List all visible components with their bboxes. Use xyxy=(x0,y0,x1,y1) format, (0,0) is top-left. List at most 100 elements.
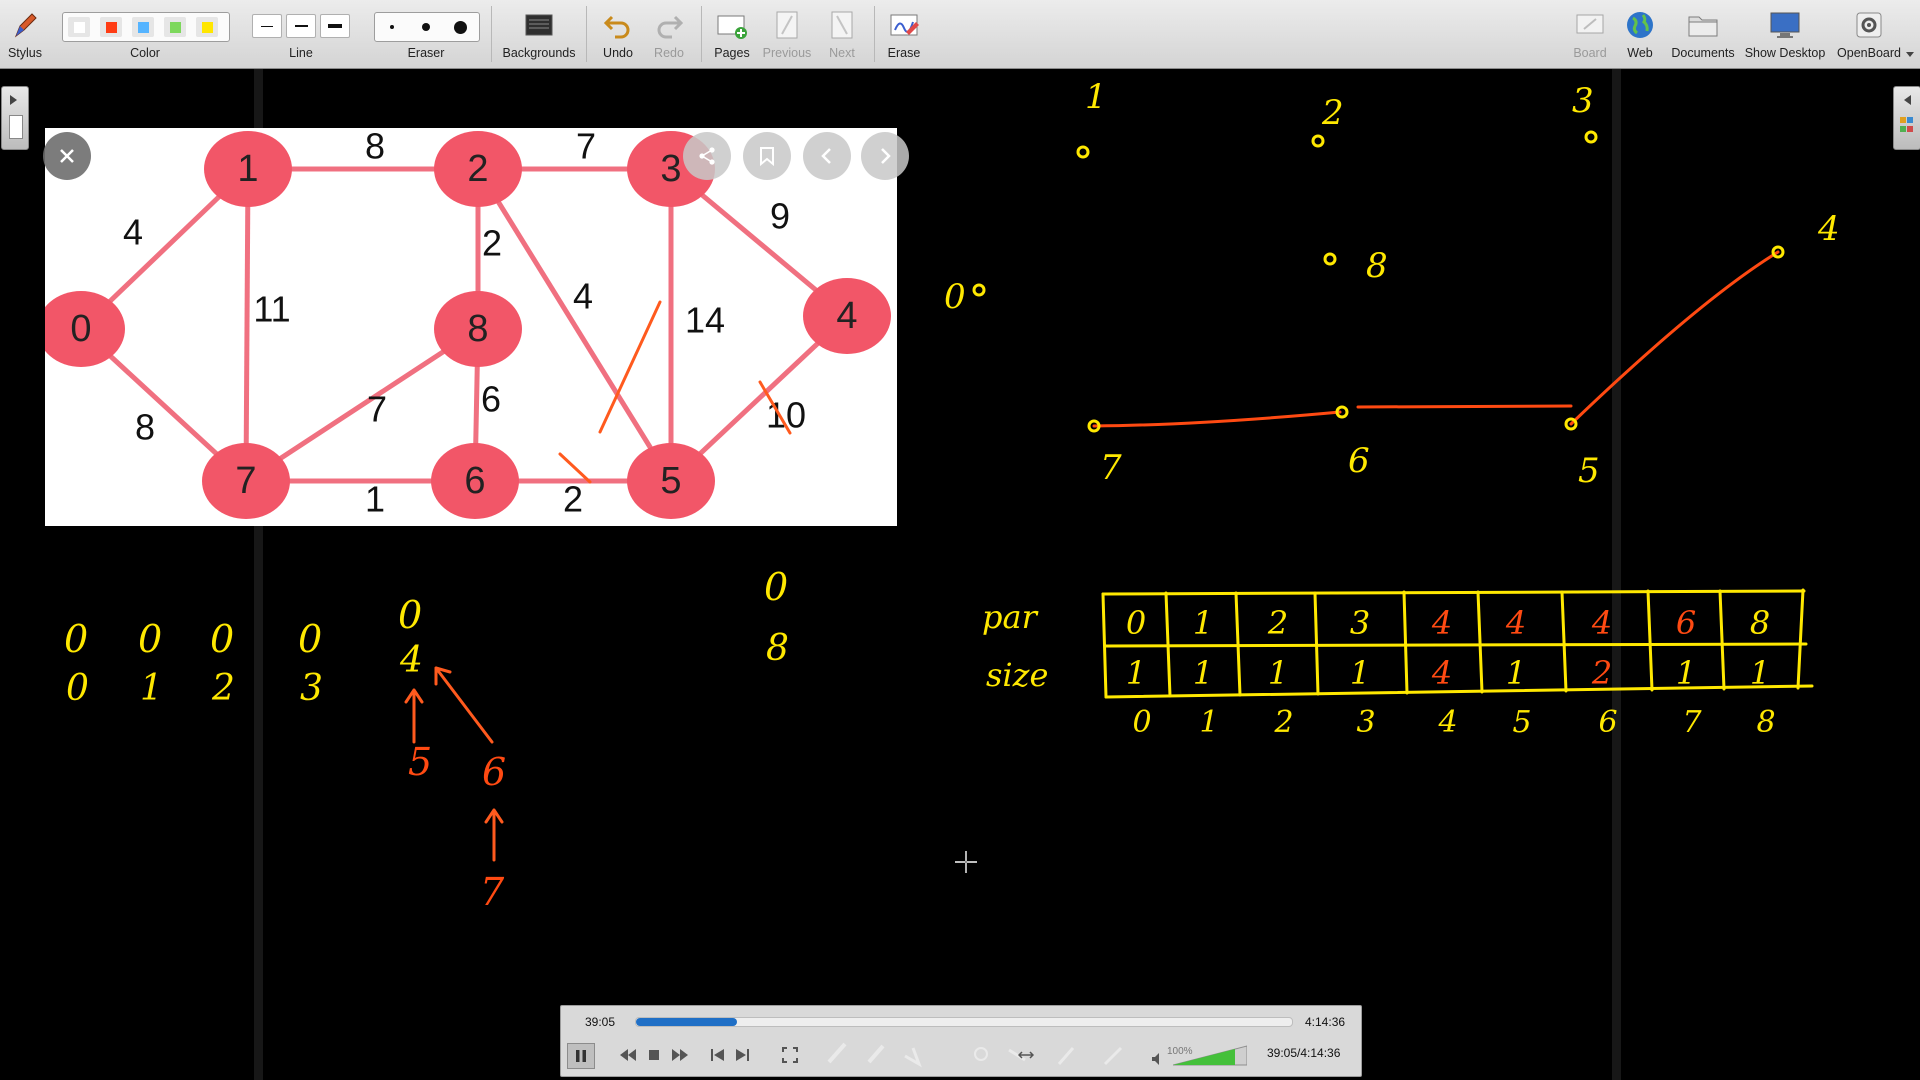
previous-label: Previous xyxy=(762,46,812,60)
erase-board-icon xyxy=(887,8,921,42)
openboard-label: OpenBoard xyxy=(1837,46,1901,60)
openboard-menu-button[interactable]: OpenBoard xyxy=(1832,0,1906,68)
undo-button[interactable]: Undo xyxy=(596,0,640,68)
node-label: 8 xyxy=(467,308,488,350)
current-time: 39:05 xyxy=(585,1015,616,1029)
previous-chapter-button[interactable] xyxy=(705,1043,731,1067)
bookmark-image-button[interactable] xyxy=(743,132,791,180)
documents-button[interactable]: Documents xyxy=(1668,0,1738,68)
chevron-right-icon xyxy=(881,148,891,164)
pause-icon xyxy=(576,1050,586,1062)
next-label: Next xyxy=(829,46,855,60)
backgrounds-icon xyxy=(522,8,556,42)
node-label: 5 xyxy=(660,460,681,502)
web-label: Web xyxy=(1627,46,1653,60)
node-label: 3 xyxy=(660,148,681,190)
edge-weight-label: 14 xyxy=(685,300,725,341)
pause-button[interactable] xyxy=(567,1043,595,1069)
next-button[interactable]: Next xyxy=(820,0,864,68)
edge-weight-label: 4 xyxy=(123,212,143,253)
dropdown-arrow-icon[interactable] xyxy=(1906,52,1914,57)
documents-label: Documents xyxy=(1671,46,1735,60)
right-palette-toggle[interactable] xyxy=(1893,86,1920,150)
stylus-button[interactable]: Stylus xyxy=(2,0,48,68)
stretch-button[interactable] xyxy=(1013,1043,1039,1067)
edge-weight-label: 2 xyxy=(563,479,583,520)
folder-icon xyxy=(1686,8,1720,42)
previous-page-icon xyxy=(770,8,804,42)
rewind-button[interactable] xyxy=(615,1043,641,1067)
line-thin-option[interactable] xyxy=(252,14,282,38)
graph-image[interactable]: 4 8 7 9 11 2 4 14 10 8 7 6 1 2 0 1 2 3 4 5 6 7 8 xyxy=(37,126,909,526)
show-desktop-label: Show Desktop xyxy=(1744,46,1826,60)
seek-bar[interactable] xyxy=(635,1017,1293,1027)
color-label: Color xyxy=(130,46,160,60)
eraser-large-option[interactable] xyxy=(445,16,475,38)
skip-forward-icon xyxy=(736,1049,749,1061)
desktop-icon xyxy=(1768,8,1802,42)
board-button[interactable]: Board xyxy=(1568,0,1612,68)
color-swatch-green[interactable] xyxy=(164,17,186,37)
volume-slider[interactable] xyxy=(1173,1044,1247,1066)
node-label: 0 xyxy=(70,308,91,350)
node-label: 2 xyxy=(467,148,488,190)
edge-weight-label: 2 xyxy=(482,223,502,264)
backgrounds-button[interactable]: Backgrounds xyxy=(500,0,578,68)
eraser-label: Eraser xyxy=(407,46,445,60)
node-label: 1 xyxy=(237,148,258,190)
fullscreen-button[interactable] xyxy=(777,1043,803,1067)
next-chapter-button[interactable] xyxy=(729,1043,755,1067)
node-label: 6 xyxy=(464,460,485,502)
edge-weight-label: 8 xyxy=(135,407,155,448)
toolbar-separator xyxy=(874,6,875,62)
eraser-size-group xyxy=(374,12,480,42)
rewind-icon xyxy=(620,1049,636,1061)
color-swatch-white[interactable] xyxy=(68,17,90,37)
total-time: 4:14:36 xyxy=(1305,1015,1346,1029)
redo-button[interactable]: Redo xyxy=(647,0,691,68)
library-icon xyxy=(1900,115,1914,137)
color-swatch-blue[interactable] xyxy=(132,17,154,37)
media-player: 39:05 4:14:36 100% 39:05/4:14:36 xyxy=(560,1005,1362,1077)
node-label: 7 xyxy=(235,460,256,502)
backgrounds-label: Backgrounds xyxy=(502,46,576,60)
line-thick-option[interactable] xyxy=(320,14,350,38)
eraser-small-option[interactable] xyxy=(377,16,407,38)
edge-weight-label: 6 xyxy=(481,379,501,420)
previous-button[interactable]: Previous xyxy=(758,0,816,68)
seek-bar-fill xyxy=(636,1018,738,1026)
edge-weight-label: 10 xyxy=(766,395,806,436)
settings-icon xyxy=(1852,8,1886,42)
pages-button[interactable]: Pages xyxy=(710,0,754,68)
graph-edge xyxy=(243,168,251,482)
page-divider xyxy=(1612,69,1621,1080)
show-desktop-button[interactable]: Show Desktop xyxy=(1742,0,1828,68)
stretch-icon xyxy=(1018,1051,1034,1059)
next-page-icon xyxy=(825,8,859,42)
crosshair-cursor-icon xyxy=(955,851,977,873)
board-label: Board xyxy=(1573,46,1607,60)
board-icon xyxy=(1573,8,1607,42)
fast-forward-button[interactable] xyxy=(667,1043,693,1067)
next-image-button[interactable] xyxy=(861,132,909,180)
share-image-button[interactable] xyxy=(683,132,731,180)
edge-weight-label: 1 xyxy=(365,479,385,520)
color-swatch-yellow[interactable] xyxy=(196,17,218,37)
stop-icon xyxy=(649,1050,659,1060)
redo-icon xyxy=(652,8,686,42)
previous-image-button[interactable] xyxy=(803,132,851,180)
left-palette-toggle[interactable] xyxy=(1,86,29,150)
speaker-icon[interactable] xyxy=(1151,1052,1165,1071)
erase-button[interactable]: Erase xyxy=(882,0,926,68)
eraser-medium-option[interactable] xyxy=(411,16,441,38)
edge-weight-label: 11 xyxy=(253,289,290,330)
line-medium-option[interactable] xyxy=(286,14,316,38)
color-swatch-red[interactable] xyxy=(100,17,122,37)
close-image-button[interactable] xyxy=(43,132,91,180)
close-icon xyxy=(60,149,74,163)
edge-weight-label: 7 xyxy=(367,389,387,430)
stylus-icon xyxy=(8,8,42,42)
web-button[interactable]: Web xyxy=(1618,0,1662,68)
stop-button[interactable] xyxy=(641,1043,667,1067)
status-time: 39:05/4:14:36 xyxy=(1267,1046,1341,1060)
